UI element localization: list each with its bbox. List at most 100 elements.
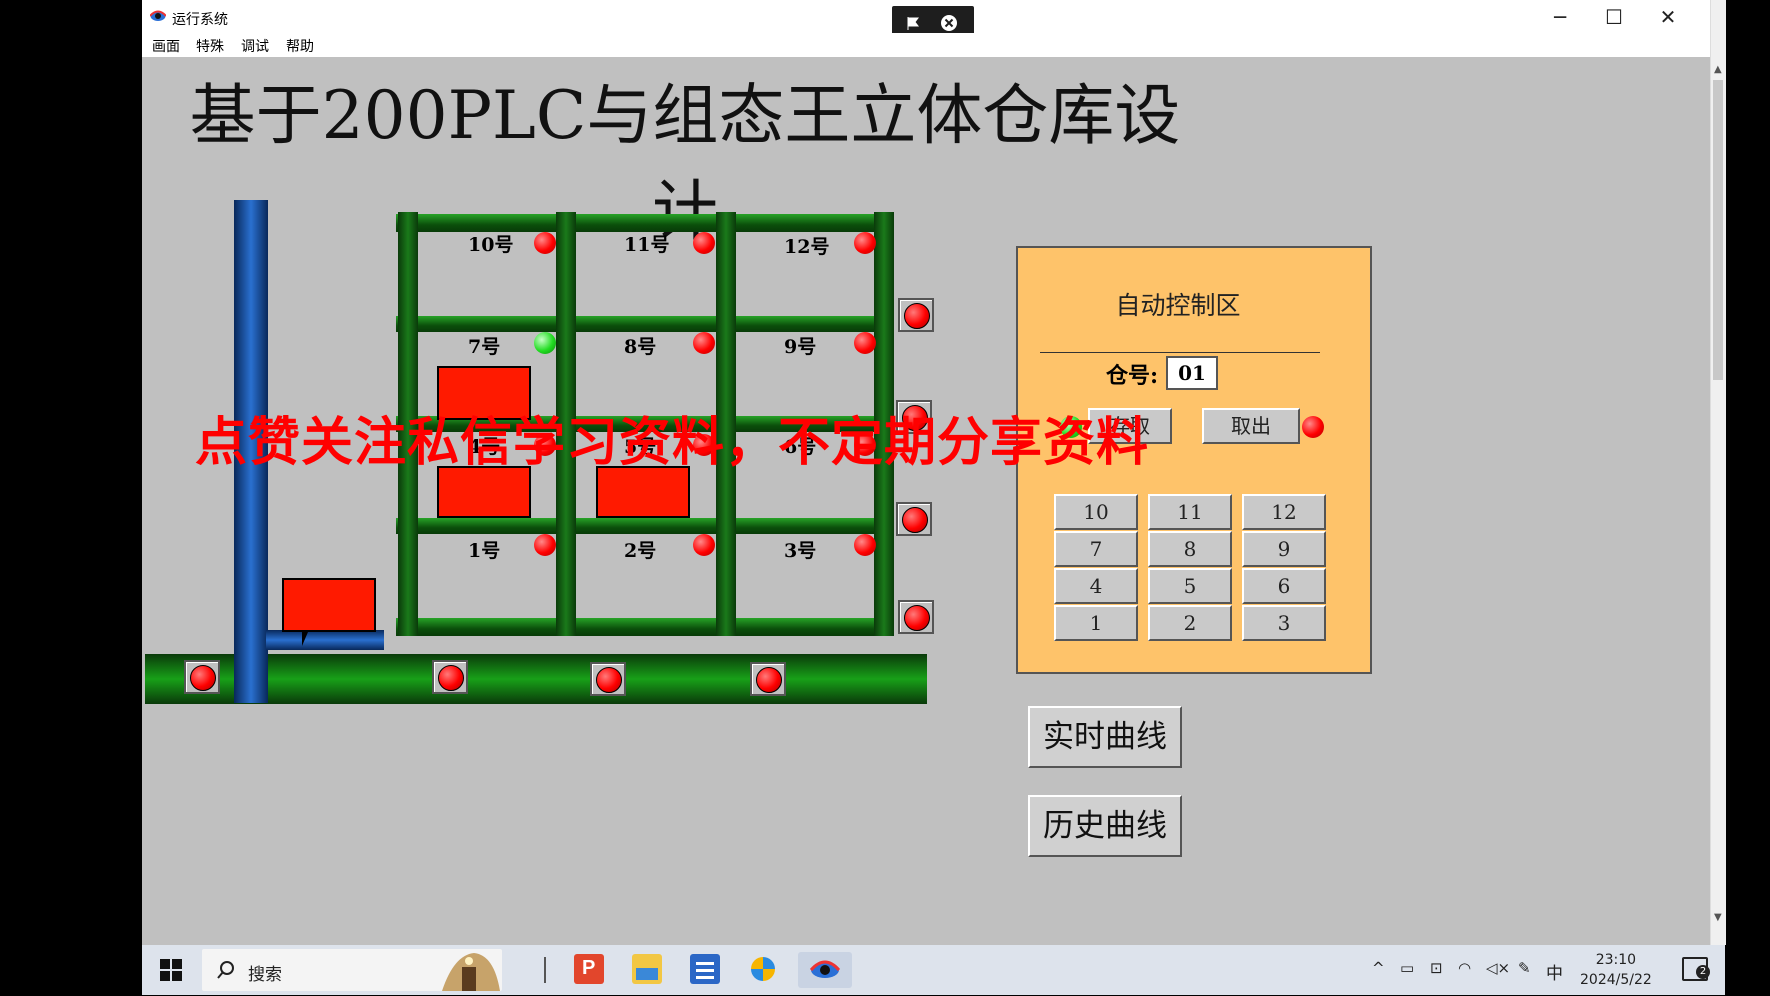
minimize-button[interactable]: ─ [1540,4,1580,30]
fetch-button[interactable]: 取出 [1202,408,1300,444]
sensor-dot [190,665,216,691]
sensor-row2 [896,502,932,536]
title-bar: 运行系统 ─ ☐ ✕ [142,0,1710,40]
clock-time: 23:10 [1595,952,1637,968]
slot-button-12[interactable]: 12 [1242,494,1326,530]
slot-button-10[interactable]: 10 [1054,494,1138,530]
warehouse-number-input[interactable]: 01 [1166,356,1218,390]
slot-label-11: 11号 [624,234,670,256]
slot-button-9[interactable]: 9 [1242,531,1326,567]
slot-button-3[interactable]: 3 [1242,605,1326,641]
slot-label-3: 3号 [784,540,817,562]
scroll-thumb[interactable] [1713,80,1723,380]
watermark-text: 点赞关注私信学习资料，不定期分享资料 [195,412,1150,473]
flag-icon[interactable] [906,15,922,31]
windows-start-icon[interactable] [160,959,182,981]
wifi-icon[interactable]: ◠ [1458,959,1471,977]
slot-lamp-7 [534,332,556,354]
slot-label-10: 10号 [468,234,514,256]
close-circle-icon[interactable] [940,14,958,32]
sensor-dot [438,665,464,691]
warehouse-number-label: 仓号: [1106,363,1159,389]
rack-beam-bottom [396,618,894,636]
slot-lamp-10 [534,232,556,254]
sensor-row1 [898,600,934,634]
fetch-status-lamp [1302,416,1324,438]
slot-label-8: 8号 [624,336,657,358]
menu-screen[interactable]: 画面 [152,36,180,56]
ime-indicator[interactable]: 中 [1546,959,1563,984]
sensor-row4 [898,298,934,332]
sensor-dot [904,303,930,329]
slot-lamp-3 [854,534,876,556]
maximize-button[interactable]: ☐ [1594,4,1634,30]
slot-button-6[interactable]: 6 [1242,568,1326,604]
notification-center-icon[interactable]: 2 [1682,957,1710,981]
slot-button-8[interactable]: 8 [1148,531,1232,567]
tray-chevron-icon[interactable]: ^ [1372,959,1385,977]
sensor-dot [902,507,928,533]
notepad-app-icon[interactable] [690,954,720,984]
menu-help[interactable]: 帮助 [286,36,314,56]
notification-count: 2 [1696,965,1710,979]
conveyor-sensor-1 [184,660,220,694]
slot-button-4[interactable]: 4 [1054,568,1138,604]
mouse-cursor-icon [302,632,308,646]
vertical-scrollbar[interactable]: ▲ ▼ [1710,0,1726,945]
search-highlight-icon [442,953,500,991]
lift-cargo-box [282,578,376,632]
pinwheel-app-icon[interactable] [748,954,778,984]
taskbar: 搜索 P ^ ▭ ⊡ ◠ ◁× ✎ 中 23:10 2024/5/22 2 [142,945,1725,995]
slot-button-1[interactable]: 1 [1054,605,1138,641]
slot-button-7[interactable]: 7 [1054,531,1138,567]
panel-divider [1040,352,1320,353]
system-clock[interactable]: 23:10 2024/5/22 [1580,950,1652,990]
slot-lamp-9 [854,332,876,354]
slot-lamp-1 [534,534,556,556]
conveyor-sensor-4 [750,662,786,696]
window-title: 运行系统 [172,12,228,28]
slot-label-7: 7号 [468,336,501,358]
menu-debug[interactable]: 调试 [241,36,269,56]
sensor-dot [904,605,930,631]
history-curve-button[interactable]: 历史曲线 [1028,795,1182,857]
scroll-up-icon[interactable]: ▲ [1714,64,1722,75]
slot-button-2[interactable]: 2 [1148,605,1232,641]
rack-beam-row1 [396,518,894,534]
lift-column-base [234,650,268,703]
search-placeholder: 搜索 [248,965,282,985]
menu-bar: 画面 特殊 调试 帮助 [142,33,1710,57]
pen-icon[interactable]: ✎ [1518,959,1531,977]
conveyor-sensor-3 [590,662,626,696]
kingview-runtime-icon[interactable] [798,952,852,988]
app-logo-icon [150,10,166,21]
clock-date: 2024/5/22 [1580,972,1652,988]
slot-lamp-12 [854,232,876,254]
slot-label-9: 9号 [784,336,817,358]
conveyor-sensor-2 [432,660,468,694]
slot-lamp-11 [693,232,715,254]
close-button[interactable]: ✕ [1648,4,1688,30]
security-icon[interactable]: ⊡ [1430,959,1443,977]
rack-beam-row3 [396,316,894,332]
panel-title: 自动控制区 [1115,291,1241,320]
slot-button-11[interactable]: 11 [1148,494,1232,530]
volume-muted-icon[interactable]: ◁× [1486,959,1510,977]
slot-lamp-8 [693,332,715,354]
slot-label-12: 12号 [784,236,830,258]
lift-platform [266,630,384,650]
slot-button-5[interactable]: 5 [1148,568,1232,604]
powerpoint-app-icon[interactable]: P [574,954,604,984]
file-explorer-icon[interactable] [632,954,662,984]
slot-label-2: 2号 [624,540,657,562]
slot-label-1: 1号 [468,540,501,562]
slot-lamp-2 [693,534,715,556]
taskbar-search-box[interactable]: 搜索 [202,949,502,991]
sensor-dot [756,667,782,693]
menu-special[interactable]: 特殊 [196,36,224,56]
realtime-curve-button[interactable]: 实时曲线 [1028,706,1182,768]
search-icon [217,961,234,979]
scroll-down-icon[interactable]: ▼ [1714,912,1722,923]
taskbar-separator [544,957,546,983]
battery-icon[interactable]: ▭ [1400,959,1414,977]
